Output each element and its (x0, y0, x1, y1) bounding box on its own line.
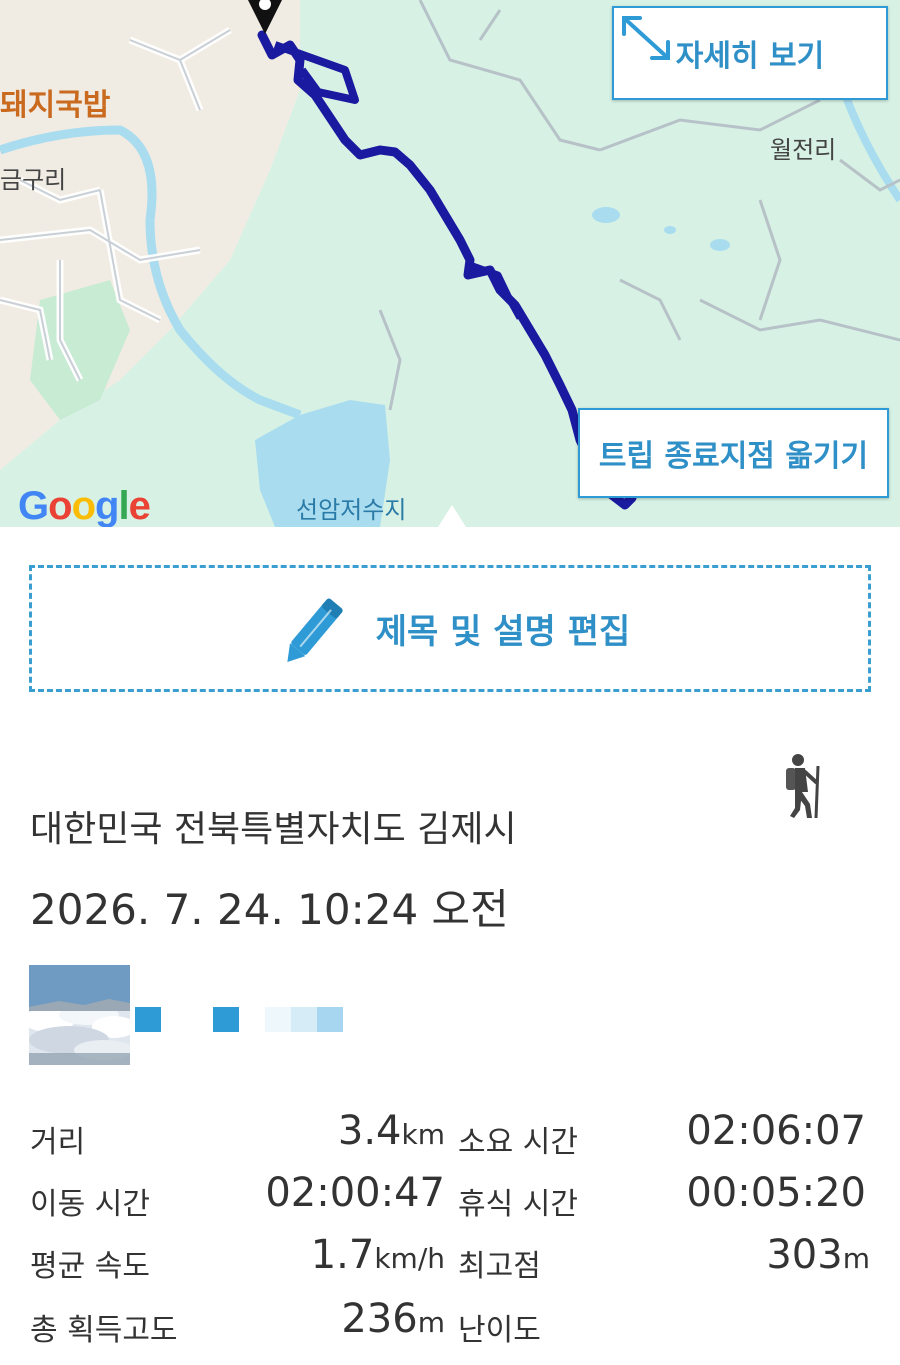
redacted-block (213, 1007, 239, 1032)
stat-distance-value: 3.4km (337, 1108, 445, 1154)
move-trip-end-button[interactable]: 트립 종료지점 옮기기 (578, 408, 889, 498)
expand-arrows-icon (622, 16, 670, 60)
map-pointer (438, 505, 466, 527)
map-label-woljeon-ri: 월전리 (770, 136, 837, 164)
edit-title-description-button[interactable]: 제목 및 설명 편집 (29, 565, 871, 692)
stat-moving-time-label: 이동 시간 (30, 1187, 150, 1222)
stat-rest-time-value: 00:05:20 (686, 1170, 866, 1216)
redacted-block (135, 1007, 161, 1032)
move-trip-end-label: 트립 종료지점 옮기기 (598, 439, 869, 474)
stat-difficulty-label: 난이도 (458, 1313, 541, 1348)
stat-total-time-value: 02:06:07 (686, 1108, 866, 1154)
stat-total-time-label: 소요 시간 (458, 1125, 578, 1160)
map-label-geumgu-ri: 금구리 (0, 166, 67, 194)
stat-total-ascent-label: 총 획득고도 (30, 1313, 178, 1348)
stat-distance-label: 거리 (30, 1125, 86, 1160)
edit-title-description-label: 제목 및 설명 편집 (375, 612, 631, 652)
stat-highest-point-label: 최고점 (458, 1249, 541, 1284)
redacted-block (291, 1007, 317, 1032)
detail-view-label: 자세히 보기 (675, 39, 825, 74)
redacted-block (265, 1007, 291, 1032)
stat-highest-point-value: 303m (766, 1232, 870, 1278)
trip-location: 대한민국 전북특별자치도 김제시 (30, 809, 517, 850)
trip-photo-thumbnail[interactable] (29, 965, 130, 1065)
map-label-restaurant: 돼지국밥 (0, 88, 111, 123)
stat-avg-speed-value: 1.7km/h (310, 1232, 445, 1278)
redacted-block (317, 1007, 343, 1032)
photo-image (29, 965, 130, 1065)
stat-moving-time-value: 02:00:47 (265, 1170, 445, 1216)
map-label-reservoir: 선암저수지 (296, 496, 407, 524)
stat-total-ascent-value: 236m (341, 1296, 445, 1342)
stat-rest-time-label: 휴식 시간 (458, 1187, 578, 1222)
hiker-icon (786, 754, 820, 819)
google-logo: Google (18, 484, 151, 527)
detail-view-button[interactable]: 자세히 보기 (612, 6, 888, 100)
trip-datetime: 2026. 7. 24. 10:24 오전 (30, 885, 509, 934)
start-pin-icon (248, 0, 282, 34)
trip-map[interactable]: 돼지국밥 금구리 월전리 선암저수지 Google 자세히 보기 트립 종료지점… (0, 0, 900, 527)
pencil-icon (287, 598, 343, 662)
stat-avg-speed-label: 평균 속도 (30, 1249, 150, 1284)
